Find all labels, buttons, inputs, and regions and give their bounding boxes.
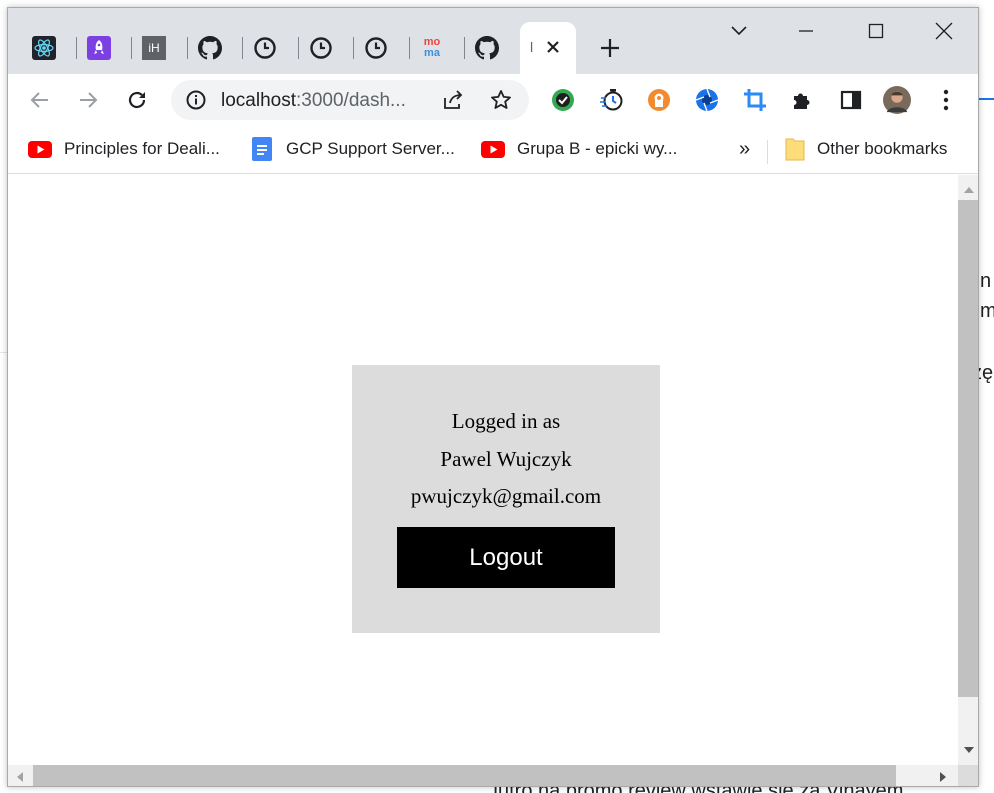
youtube-icon bbox=[28, 140, 52, 158]
bookmarks-divider bbox=[767, 140, 768, 164]
kebab-menu-icon[interactable] bbox=[932, 86, 960, 114]
page-viewport: Logged in as Pawel Wujczyk pwujczyk@gmai… bbox=[8, 175, 958, 765]
plus-icon bbox=[601, 39, 619, 57]
horizontal-scrollbar-thumb[interactable] bbox=[33, 765, 896, 786]
scroll-up-arrow-icon[interactable] bbox=[963, 185, 975, 195]
horizontal-scrollbar[interactable] bbox=[8, 765, 958, 786]
url-text[interactable]: localhost:3000/dash... bbox=[221, 90, 406, 112]
background-divider bbox=[979, 98, 994, 100]
vertical-scrollbar-thumb[interactable] bbox=[958, 200, 978, 697]
side-panel-icon[interactable] bbox=[837, 86, 865, 114]
reload-icon bbox=[128, 91, 146, 109]
bookmarks-overflow-button[interactable]: » bbox=[739, 136, 750, 162]
puzzle-icon[interactable] bbox=[788, 86, 816, 114]
react-icon bbox=[32, 36, 56, 60]
scroll-down-arrow-icon[interactable] bbox=[963, 745, 975, 755]
scroll-right-arrow-icon[interactable] bbox=[938, 771, 948, 783]
chevron-down-icon bbox=[731, 26, 747, 36]
scroll-left-arrow-icon[interactable] bbox=[15, 771, 25, 783]
close-icon bbox=[935, 22, 953, 40]
arrow-left-icon bbox=[30, 92, 48, 108]
forward-button[interactable] bbox=[74, 86, 102, 114]
tab-clock[interactable] bbox=[237, 28, 293, 68]
close-window-button[interactable] bbox=[921, 16, 967, 46]
maximize-button[interactable] bbox=[853, 16, 899, 46]
info-icon[interactable] bbox=[185, 89, 207, 111]
tab-react[interactable] bbox=[16, 28, 72, 68]
reload-button[interactable] bbox=[123, 86, 151, 114]
folder-icon bbox=[785, 138, 805, 161]
user-name: Pawel Wujczyk bbox=[440, 447, 572, 471]
maximize-icon bbox=[868, 23, 884, 39]
docs-icon bbox=[250, 137, 274, 161]
arrow-right-icon bbox=[80, 92, 98, 108]
logout-button[interactable]: Logout bbox=[397, 527, 615, 588]
tab-github[interactable] bbox=[459, 28, 515, 68]
close-tab-icon[interactable] bbox=[542, 36, 564, 58]
stopwatch-extension-icon[interactable] bbox=[598, 86, 626, 114]
youtube-icon bbox=[481, 140, 505, 158]
vpn-extension-icon[interactable] bbox=[645, 86, 673, 114]
bookmark-label: Principles for Deali... bbox=[64, 139, 220, 158]
profile-avatar[interactable] bbox=[883, 86, 911, 114]
tab-active[interactable]: l bbox=[520, 22, 576, 74]
bookmark-item[interactable]: GCP Support Server... bbox=[250, 136, 455, 162]
tab-github[interactable] bbox=[182, 28, 238, 68]
bookmark-item[interactable]: Grupa B - epicki wy... bbox=[481, 136, 677, 162]
active-tab-title: l bbox=[530, 39, 534, 55]
bookmarks-bar: Principles for Deali... GCP Support Serv… bbox=[8, 126, 978, 174]
background-text-fragment: m bbox=[980, 300, 994, 322]
bookmark-star-icon[interactable] bbox=[489, 88, 513, 112]
url-path: :3000/dash... bbox=[296, 90, 406, 111]
user-email: pwujczyk@gmail.com bbox=[410, 484, 602, 508]
clock-icon bbox=[309, 36, 333, 60]
moma-icon: mo ma bbox=[420, 36, 444, 60]
tab-search-button[interactable] bbox=[716, 16, 762, 46]
ih-icon: iH bbox=[142, 36, 166, 60]
user-card: Logged in as Pawel Wujczyk pwujczyk@gmai… bbox=[352, 365, 660, 633]
logged-in-label: Logged in as bbox=[451, 409, 561, 433]
clock-icon bbox=[253, 36, 277, 60]
tab-ih[interactable]: iH bbox=[126, 28, 182, 68]
minimize-icon bbox=[799, 30, 813, 32]
rocket-icon bbox=[87, 36, 111, 60]
other-bookmarks-folder[interactable]: Other bookmarks bbox=[785, 136, 947, 162]
background-text-fragment: n bbox=[980, 270, 992, 292]
bookmark-label: Grupa B - epicki wy... bbox=[517, 139, 678, 158]
tab-clock[interactable] bbox=[348, 28, 404, 68]
minimize-button[interactable] bbox=[783, 16, 829, 46]
new-tab-button[interactable] bbox=[596, 34, 624, 62]
check-extension-icon[interactable] bbox=[549, 86, 577, 114]
crop-extension-icon[interactable] bbox=[741, 86, 769, 114]
bookmark-item[interactable]: Principles for Deali... bbox=[28, 136, 220, 162]
bookmark-label: GCP Support Server... bbox=[286, 139, 455, 158]
tab-clock[interactable] bbox=[293, 28, 349, 68]
address-bar[interactable]: localhost:3000/dash... bbox=[171, 80, 529, 120]
url-host: localhost bbox=[221, 90, 296, 111]
clock-icon bbox=[364, 36, 388, 60]
tab-rocket[interactable] bbox=[71, 28, 127, 68]
browser-toolbar: localhost:3000/dash... bbox=[8, 74, 978, 126]
other-bookmarks-label: Other bookmarks bbox=[817, 139, 948, 158]
moma-icon-bottom: ma bbox=[424, 47, 440, 59]
back-button[interactable] bbox=[26, 86, 54, 114]
share-icon[interactable] bbox=[441, 88, 465, 112]
tab-strip: iH mo ma l bbox=[8, 8, 978, 74]
aperture-extension-icon[interactable] bbox=[693, 86, 721, 114]
background-divider bbox=[0, 352, 7, 353]
vertical-scrollbar[interactable] bbox=[958, 175, 978, 765]
github-icon bbox=[475, 36, 499, 60]
browser-window: iH mo ma l localhost:3000/dash... Princi… bbox=[7, 7, 979, 787]
tab-moma[interactable]: mo ma bbox=[404, 28, 460, 68]
scrollbar-corner bbox=[958, 765, 978, 786]
github-icon bbox=[198, 36, 222, 60]
